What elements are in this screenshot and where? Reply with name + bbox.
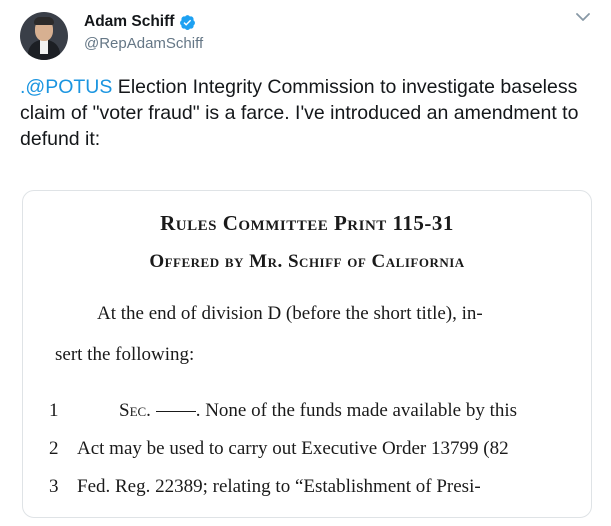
- tweet-header: Adam Schiff @RepAdamSchiff: [20, 10, 600, 60]
- blank-line: [155, 411, 196, 412]
- author-name[interactable]: Adam Schiff: [84, 13, 174, 31]
- avatar[interactable]: [20, 12, 68, 60]
- line-text: Act may be used to carry out Executive O…: [77, 438, 509, 459]
- chevron-down-icon[interactable]: [576, 12, 590, 22]
- document-paragraph-line-2: sert the following:: [55, 344, 195, 365]
- line-number: 2: [49, 438, 59, 459]
- document-paragraph-line-1: At the end of division D (before the sho…: [97, 303, 483, 324]
- line-number: 3: [49, 476, 59, 497]
- line-number: 1: [49, 400, 59, 421]
- line-text: Sec. . None of the funds made available …: [119, 400, 591, 422]
- mention-link[interactable]: .@POTUS: [20, 76, 112, 98]
- attached-image[interactable]: Rules Committee Print 115-31 Offered by …: [22, 190, 592, 518]
- document-title: Rules Committee Print 115-31: [160, 211, 454, 235]
- document-image: Rules Committee Print 115-31 Offered by …: [23, 191, 591, 517]
- line-text-body: . None of the funds made available by th…: [195, 400, 518, 421]
- section-prefix: Sec.: [119, 400, 151, 421]
- tweet-text: .@POTUS Election Integrity Commission to…: [20, 74, 595, 152]
- author-row[interactable]: Adam Schiff: [84, 13, 196, 31]
- line-text: Fed. Reg. 22389; relating to “Establishm…: [77, 476, 481, 497]
- document-subtitle: Offered by Mr. Schiff of California: [149, 251, 465, 272]
- verified-badge-icon: [180, 14, 196, 30]
- author-handle[interactable]: @RepAdamSchiff: [84, 35, 203, 52]
